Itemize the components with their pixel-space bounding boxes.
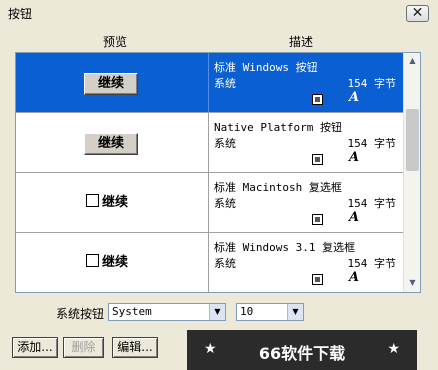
list-item[interactable]: 继续 标准 Windows 按钮 系统 154 字节 A: [16, 53, 404, 113]
column-divider: [208, 53, 209, 112]
checkbox-icon: [86, 194, 99, 207]
button-list[interactable]: 继续 标准 Windows 按钮 系统 154 字节 A 继续 Native P…: [15, 52, 421, 293]
watermark-banner: ★ 66软件下载 ★: [187, 330, 417, 370]
resource-icon: [312, 214, 323, 225]
close-button[interactable]: ✕: [406, 5, 429, 22]
preview-button: 继续: [84, 73, 138, 95]
system-button-label: 系统按钮: [56, 307, 105, 321]
preview-checkbox-label: 继续: [102, 255, 129, 270]
vertical-scrollbar[interactable]: ▲ ▼: [403, 53, 420, 292]
watermark-text: 66软件下载: [258, 344, 346, 363]
item-name: 标准 Windows 3.1 复选框: [214, 241, 356, 254]
font-icon: A: [349, 90, 360, 105]
list-item[interactable]: 继续 标准 Windows 3.1 复选框 系统 154 字节 A: [16, 233, 404, 292]
resource-icon: [312, 274, 323, 285]
list-item[interactable]: 继续 Native Platform 按钮 系统 154 字节 A: [16, 113, 404, 173]
resource-icon: [312, 154, 323, 165]
font-icon: A: [349, 150, 360, 165]
window-title: 按钮: [8, 7, 33, 21]
item-size: 154 字节: [347, 257, 397, 270]
close-icon: ✕: [411, 5, 424, 21]
preview-button: 继续: [84, 133, 138, 155]
item-size: 154 字节: [347, 137, 397, 150]
font-select-value: System: [112, 305, 152, 318]
item-size: 154 字节: [347, 197, 397, 210]
chevron-up-icon: ▲: [409, 56, 416, 65]
resource-icon: [312, 94, 323, 105]
item-category: 系统: [214, 137, 236, 150]
star-icon: ★: [387, 341, 400, 357]
preview-checkbox: 继续: [86, 253, 128, 273]
chevron-down-icon[interactable]: ▼: [287, 304, 303, 320]
add-button[interactable]: 添加...: [12, 337, 58, 358]
chevron-down-icon: ▼: [409, 278, 416, 287]
scrollbar-thumb[interactable]: [406, 109, 419, 171]
column-divider: [208, 113, 209, 172]
scroll-up-button[interactable]: ▲: [405, 53, 420, 69]
item-category: 系统: [214, 197, 236, 210]
item-category: 系统: [214, 77, 236, 90]
font-icon: A: [349, 270, 360, 285]
column-divider: [208, 173, 209, 232]
font-select[interactable]: System ▼: [108, 303, 226, 321]
column-header-description: 描述: [289, 35, 314, 49]
item-category: 系统: [214, 257, 236, 270]
preview-checkbox-label: 继续: [102, 195, 129, 210]
chevron-down-icon[interactable]: ▼: [209, 304, 225, 320]
scroll-down-button[interactable]: ▼: [405, 275, 420, 291]
delete-button[interactable]: 删除: [63, 337, 104, 358]
column-divider: [208, 233, 209, 292]
title-bar: 按钮 ✕: [0, 0, 438, 26]
column-header-preview: 预览: [103, 35, 128, 49]
item-name: 标准 Windows 按钮: [214, 61, 318, 74]
checkbox-icon: [86, 254, 99, 267]
size-select-value: 10: [240, 305, 254, 318]
item-name: Native Platform 按钮: [214, 121, 342, 134]
preview-checkbox: 继续: [86, 193, 128, 213]
list-item[interactable]: 继续 标准 Macintosh 复选框 系统 154 字节 A: [16, 173, 404, 233]
item-name: 标准 Macintosh 复选框: [214, 181, 342, 194]
size-select[interactable]: 10 ▼: [236, 303, 304, 321]
item-size: 154 字节: [347, 77, 397, 90]
font-icon: A: [349, 210, 360, 225]
edit-button[interactable]: 编辑...: [112, 337, 158, 358]
